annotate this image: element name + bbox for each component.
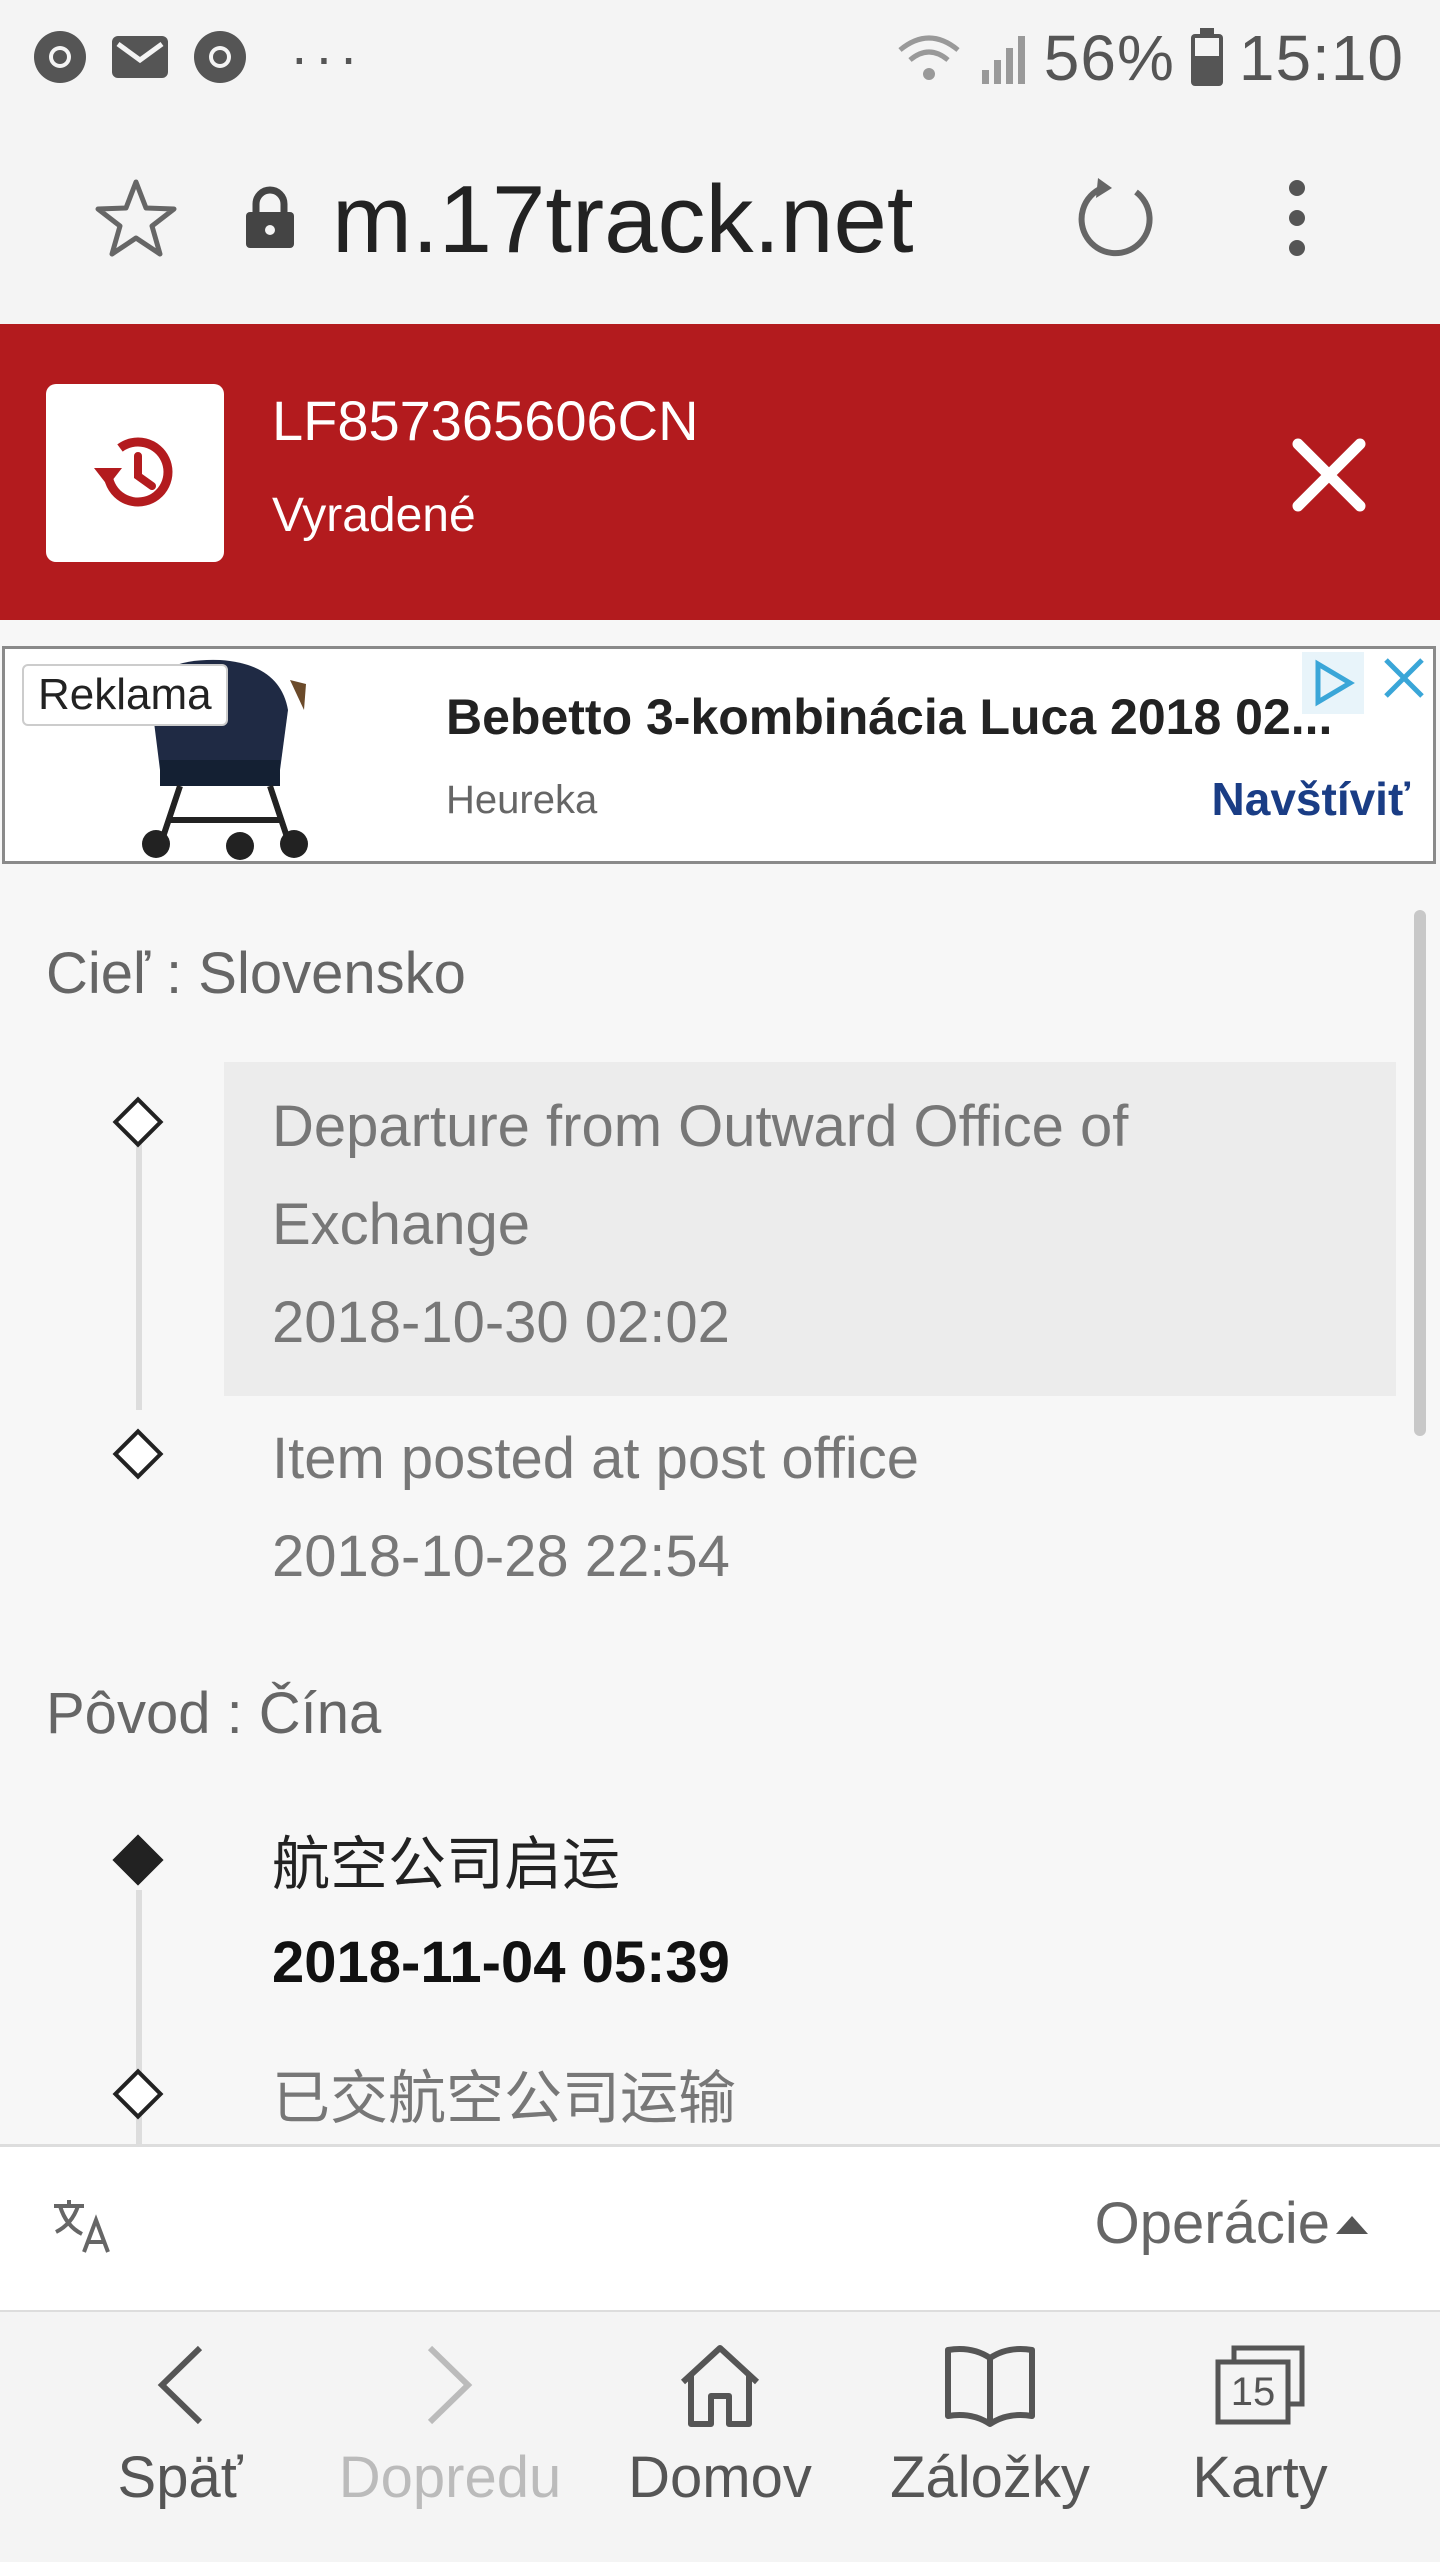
close-icon[interactable]: [1290, 436, 1368, 514]
timeline-marker: [112, 1096, 164, 1148]
translate-icon[interactable]: [50, 2196, 114, 2256]
timeline-marker: [112, 1428, 164, 1480]
status-indicators: 56% 15:10: [894, 18, 1404, 98]
timeline-line: [136, 1140, 142, 1410]
notification-icons: ···: [32, 22, 364, 92]
back-label: Späť: [117, 2445, 243, 2510]
tabs-icon: 15: [1212, 2340, 1308, 2430]
timeline-marker-active: [112, 1834, 164, 1886]
event-description: Item posted at post office: [272, 1426, 919, 1491]
caret-up-icon: [1336, 2216, 1368, 2234]
mail-icon: [112, 36, 168, 78]
ad-visit-link[interactable]: Navštíviť: [1212, 772, 1410, 826]
forward-button[interactable]: Dopredu: [320, 2340, 580, 2540]
back-button[interactable]: Späť: [50, 2340, 310, 2540]
browser-menu-icon[interactable]: [1282, 178, 1312, 258]
forward-label: Dopredu: [338, 2445, 562, 2510]
scrollbar[interactable]: [1414, 910, 1426, 1436]
lock-icon: [246, 186, 294, 248]
ad-label: Reklama: [22, 664, 228, 726]
event-description: Departure from Outward Office of: [272, 1094, 1129, 1159]
origin-label: Pôvod : Čína: [46, 1681, 382, 1746]
more-notifications-icon: ···: [290, 25, 364, 88]
ad-source: Heureka: [446, 778, 598, 822]
battery-icon: [1190, 28, 1223, 86]
ad-close-icon[interactable]: [1378, 652, 1430, 704]
timeline-marker: [112, 2068, 164, 2120]
home-icon: [680, 2345, 760, 2427]
home-button[interactable]: Domov: [590, 2340, 850, 2540]
url-field[interactable]: m.17track.net: [332, 160, 914, 280]
tracking-number: LF857365606CN: [272, 389, 699, 452]
signal-icon: [981, 36, 1025, 84]
ad-title[interactable]: Bebetto 3-kombinácia Luca 2018 02...: [446, 688, 1366, 746]
bookmarks-button[interactable]: Záložky: [860, 2340, 1120, 2540]
bookmarks-label: Záložky: [890, 2445, 1090, 2510]
tabs-label: Karty: [1192, 2445, 1328, 2510]
wifi-icon: [898, 35, 960, 80]
event-time: 2018-10-28 22:54: [272, 1524, 730, 1589]
history-icon: [94, 437, 173, 507]
tabs-button[interactable]: 15 Karty: [1130, 2340, 1390, 2540]
chrome-icon: [34, 31, 86, 83]
home-label: Domov: [628, 2445, 812, 2510]
clock: 15:10: [1238, 22, 1404, 94]
event-time: 2018-11-04 05:39: [272, 1930, 730, 1995]
reload-icon[interactable]: [1074, 176, 1158, 260]
event-description-cont: Exchange: [272, 1192, 530, 1257]
operations-button[interactable]: Operácie: [1095, 2190, 1330, 2257]
event-time: 2018-10-30 02:02: [272, 1290, 730, 1355]
chrome-icon: [194, 31, 246, 83]
event-description: 航空公司启运: [272, 1832, 621, 1897]
bookmark-star-icon[interactable]: [94, 178, 178, 258]
tracking-status: Vyradené: [272, 489, 476, 542]
adchoices-icon[interactable]: [1302, 652, 1364, 714]
bookmarks-icon: [945, 2346, 1035, 2427]
destination-label: Cieľ : Slovensko: [46, 941, 466, 1006]
tabs-count: 15: [1230, 2370, 1276, 2414]
battery-percent: 56%: [1043, 22, 1175, 94]
event-description: 已交航空公司运输: [272, 2066, 737, 2131]
status-icon-box: [46, 384, 224, 562]
back-icon: [157, 2345, 203, 2425]
forward-icon: [427, 2345, 473, 2425]
